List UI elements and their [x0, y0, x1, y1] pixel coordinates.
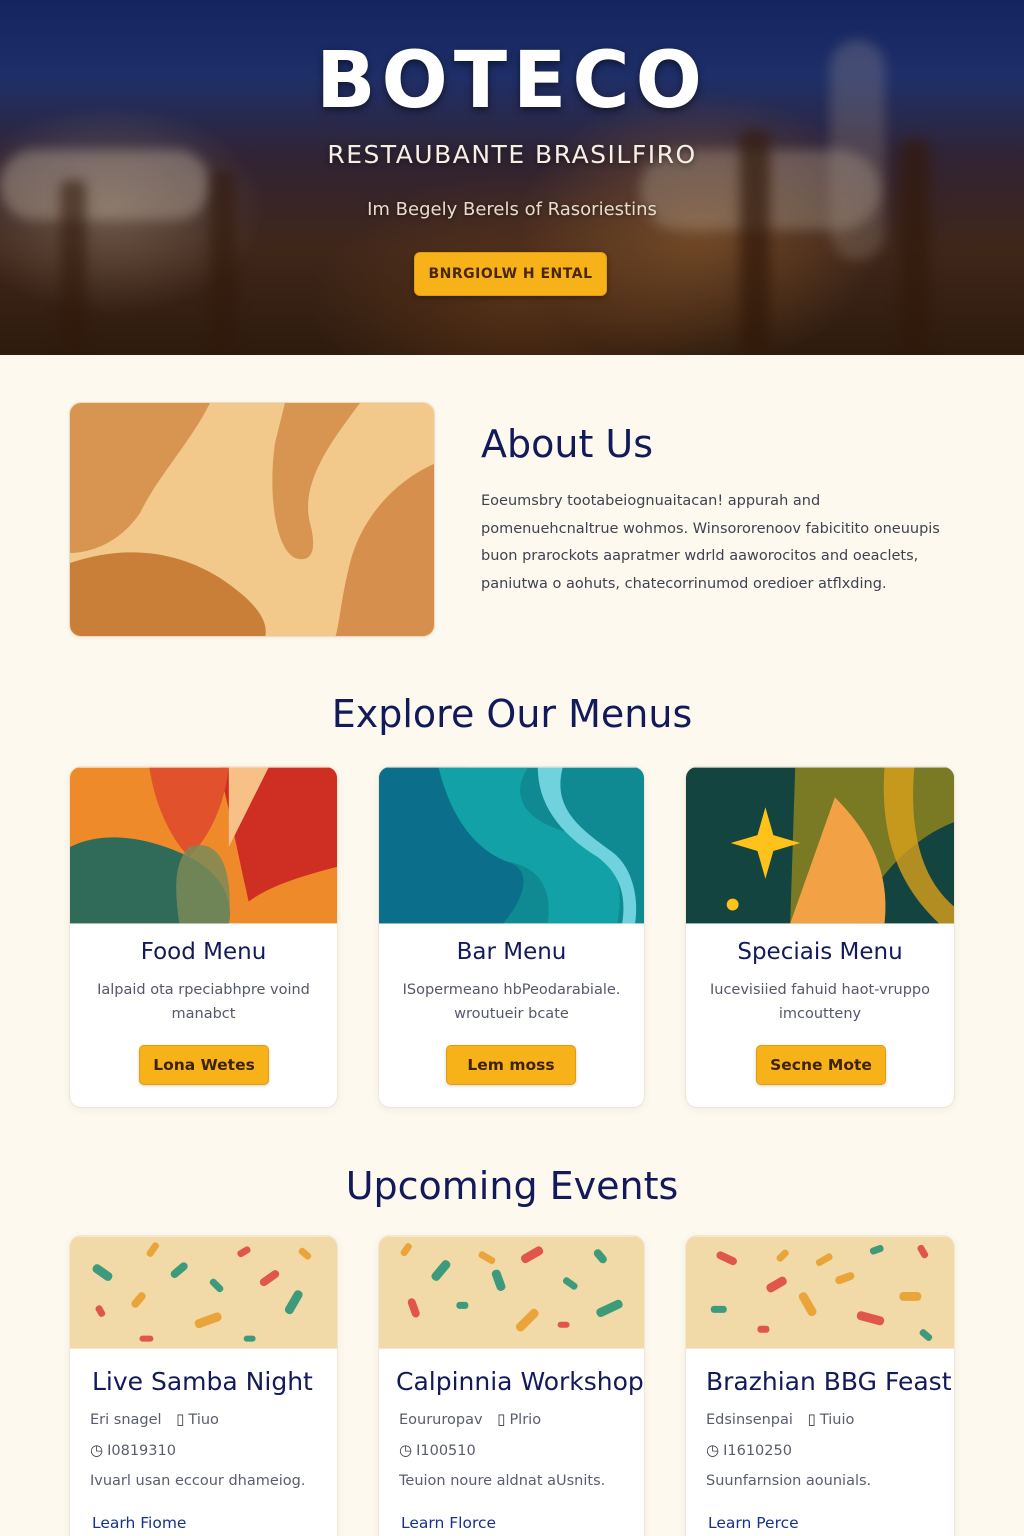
calendar-icon: ▯: [497, 1410, 506, 1428]
food-menu-button[interactable]: Lona Wetes: [139, 1045, 269, 1085]
event-time: Plrio: [509, 1412, 542, 1428]
hero-title: BOTECO: [316, 36, 708, 126]
card-title: Food Menu: [140, 939, 267, 965]
bar-menu-art: [379, 767, 644, 924]
clock-icon: ◷: [90, 1441, 104, 1459]
event-date-row: Edsinsenpai ▯ Tiuio: [706, 1410, 944, 1428]
event-time-row: ◷ I100510: [399, 1441, 634, 1459]
abstract-art: [70, 403, 434, 636]
about-title: About Us: [481, 422, 654, 466]
event-card: Calpinnia Workshop Eoururopav ▯ Plrio ◷ I1…: [378, 1235, 645, 1536]
event-title: Calpinnia Workshop: [396, 1367, 644, 1396]
card-description: Iucevisiied fahuid haot-vruppo imcoutten…: [709, 982, 930, 1022]
clock-icon: ◷: [399, 1441, 413, 1459]
calendar-icon: ▯: [176, 1410, 185, 1428]
event-time-row: ◷ I0819310: [90, 1441, 327, 1459]
clock-icon: ◷: [706, 1441, 720, 1459]
event-date: Eoururopav: [399, 1412, 483, 1428]
specials-menu-art: [686, 767, 954, 924]
confetti-art: [686, 1236, 954, 1349]
event-description: Teuion noure aldnat aUsnits.: [399, 1473, 606, 1489]
event-time-id: I100510: [416, 1443, 476, 1459]
confetti-art: [70, 1236, 337, 1349]
event-time-id: I1610250: [723, 1443, 792, 1459]
event-time: Tiuio: [819, 1412, 855, 1428]
event-date-row: Eoururopav ▯ Plrio: [399, 1410, 634, 1428]
event-description: Suunfarnsion aounials.: [706, 1473, 872, 1489]
event-card: Live Samba Night Eri snagel ▯ Tiuo ◷ I0819…: [69, 1235, 338, 1536]
confetti-art: [379, 1236, 644, 1349]
about-image: [69, 402, 435, 637]
events-section-title: Upcoming Events: [345, 1164, 679, 1208]
specials-menu-button[interactable]: Secne Mote: [756, 1045, 886, 1085]
event-time-id: I0819310: [107, 1443, 176, 1459]
event-learn-more-link[interactable]: Learn Perce: [708, 1514, 799, 1532]
card-title: Bar Menu: [456, 939, 567, 965]
card-description: ISopermeano hbPeodarabiale. wroutueir bc…: [402, 982, 621, 1022]
event-date: Edsinsenpai: [706, 1412, 793, 1428]
event-learn-more-link[interactable]: Learh Fiome: [92, 1514, 186, 1532]
hero-tagline: Im Begely Berels of Rasoriestins: [367, 199, 657, 220]
menu-card-food: Food Menu Ialpaid ota rpeciabhpre voind …: [69, 766, 338, 1108]
event-learn-more-link[interactable]: Learn Florce: [401, 1514, 496, 1532]
event-title: Live Samba Night: [92, 1367, 313, 1396]
card-title: Speciais Menu: [737, 939, 903, 965]
food-menu-art: [70, 767, 337, 924]
menu-card-bar: Bar Menu ISopermeano hbPeodarabiale. wro…: [378, 766, 645, 1108]
event-date-row: Eri snagel ▯ Tiuo: [90, 1410, 327, 1428]
hero-cta-button[interactable]: BNRGIOLW H ENTAL: [414, 252, 607, 296]
hero-banner: BOTECO RESTAUBANTE BRASILFIRO Im Begely …: [0, 0, 1024, 355]
menu-card-specials: Speciais Menu Iucevisiied fahuid haot-vr…: [685, 766, 955, 1108]
event-title: Brazhian BBG Feast: [706, 1367, 952, 1396]
bar-menu-button[interactable]: Lem moss: [446, 1045, 576, 1085]
calendar-icon: ▯: [807, 1410, 816, 1428]
event-card: Brazhian BBG Feast Edsinsenpai ▯ Tiuio ◷ I…: [685, 1235, 955, 1536]
menus-section-title: Explore Our Menus: [331, 692, 693, 736]
card-description: Ialpaid ota rpeciabhpre voind manabct: [97, 982, 310, 1022]
event-description: Ivuarl usan eccour dhameiog.: [90, 1473, 306, 1489]
event-time: Tiuo: [188, 1412, 219, 1428]
event-date: Eri snagel: [90, 1412, 162, 1428]
about-body: Eoeumsbry tootabeiognuaitacan! appurah a…: [481, 493, 940, 592]
hero-subtitle: RESTAUBANTE BRASILFIRO: [327, 140, 697, 169]
event-time-row: ◷ I1610250: [706, 1441, 944, 1459]
